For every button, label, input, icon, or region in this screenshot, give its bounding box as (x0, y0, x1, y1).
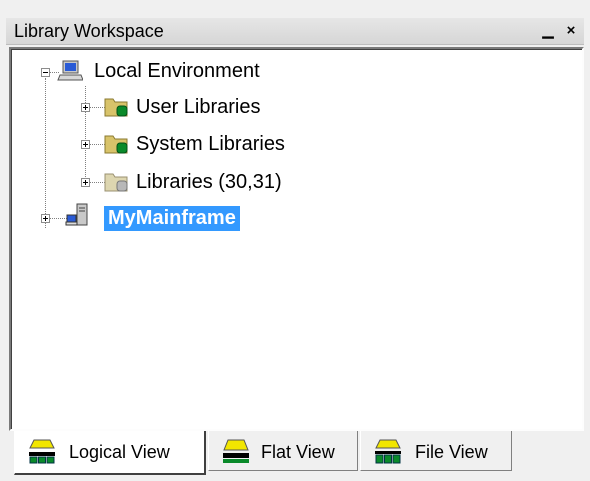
panel-title: Library Workspace (14, 21, 164, 41)
tab-label: Flat View (261, 442, 335, 462)
mainframe-server-icon (65, 203, 88, 226)
tab-flat-view[interactable]: Flat View (208, 431, 358, 471)
folder-green-db-icon (104, 98, 128, 117)
expand-icon[interactable] (41, 214, 50, 223)
library-workspace-panel: Library Workspace ▁ × Local Environment (0, 0, 590, 481)
folder-green-db-icon (104, 135, 128, 154)
tree-item-label: Libraries (30,31) (136, 171, 282, 193)
close-icon[interactable]: × (561, 21, 581, 41)
view-tabs: Logical View Flat View File View (14, 431, 584, 475)
expand-icon[interactable] (81, 178, 90, 187)
expand-icon[interactable] (81, 140, 90, 149)
tree-item-label: Local Environment (94, 60, 260, 82)
expand-icon[interactable] (81, 103, 90, 112)
tab-label: File View (415, 442, 488, 462)
tree-view[interactable]: Local Environment User Libraries System … (9, 47, 584, 431)
tab-file-view[interactable]: File View (360, 431, 512, 471)
logical-view-icon (29, 439, 55, 464)
collapse-icon[interactable] (41, 68, 50, 77)
computer-icon (57, 60, 83, 81)
tab-logical-view[interactable]: Logical View (14, 431, 206, 475)
title-bar: Library Workspace ▁ × (6, 18, 584, 45)
tree-connector (45, 78, 46, 228)
flat-view-icon (223, 439, 249, 463)
tree-item-label: User Libraries (136, 96, 261, 118)
folder-gray-db-icon (104, 173, 128, 192)
tab-label: Logical View (69, 442, 170, 462)
file-view-icon (375, 439, 401, 464)
tree-item-label: System Libraries (136, 133, 285, 155)
tree-connector (85, 86, 86, 185)
tree-item-label: MyMainframe (104, 206, 240, 231)
minimize-icon[interactable]: ▁ (538, 21, 558, 41)
